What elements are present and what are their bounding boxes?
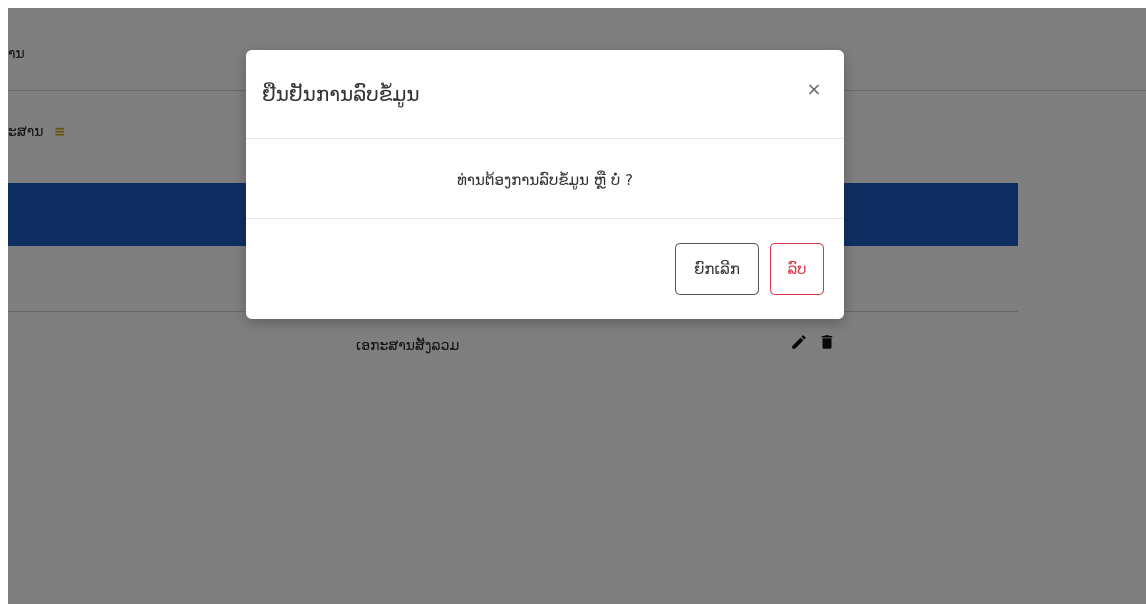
left-edge bbox=[0, 0, 8, 604]
cancel-button[interactable]: ຍົກເລີກ bbox=[675, 243, 759, 295]
delete-button[interactable]: ລົບ bbox=[770, 243, 824, 295]
close-icon[interactable]: × bbox=[802, 78, 826, 102]
top-edge bbox=[0, 0, 1146, 8]
modal-header: ຢືນຢັນການລົບຂໍ້ມູນ × bbox=[246, 50, 844, 139]
modal-footer: ຍົກເລີກ ລົບ bbox=[246, 219, 844, 319]
modal-message: ທ່ານຕ້ອງການລົບຂໍ້ມູນ ຫຼື ບໍ່ ? bbox=[457, 171, 633, 189]
modal-body: ທ່ານຕ້ອງການລົບຂໍ້ມູນ ຫຼື ບໍ່ ? bbox=[246, 139, 844, 219]
delete-confirm-modal: ຢືນຢັນການລົບຂໍ້ມູນ × ທ່ານຕ້ອງການລົບຂໍ້ມູ… bbox=[246, 50, 844, 319]
page: ານ ະສານ ≡ ເອກະສານສັງລວມ ຢືນຢັນການລົບຂໍ້ມ… bbox=[0, 0, 1146, 604]
modal-title: ຢືນຢັນການລົບຂໍ້ມູນ bbox=[262, 82, 420, 106]
